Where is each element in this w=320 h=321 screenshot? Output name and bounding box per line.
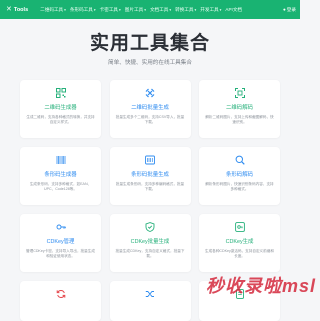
nav-item-barcode[interactable]: 条形码工具▾: [70, 7, 96, 13]
tool-card-barcode-decode[interactable]: 条形码解码 解析条形码图片，快速识别条码内容，支持多种格式。: [199, 147, 280, 205]
tool-card-barcode-generator[interactable]: 条形码生成器 生成条形码，支持多种格式，如EAN、UPC、Code128等。: [20, 147, 101, 205]
logo-icon: ✕: [6, 6, 12, 13]
qr-scan-icon: [145, 87, 156, 98]
tool-title: CDKey管理: [47, 237, 75, 245]
top-navbar: ✕ Tools 二维码工具▾ 条形码工具▾ 卡密工具▾ 图片工具▾ 文档工具▾ …: [0, 0, 300, 19]
login-button[interactable]: ● 登录: [283, 7, 296, 13]
nav-item-document[interactable]: 文档工具▾: [150, 7, 171, 13]
tool-description: 生成条形码，支持多种格式，如EAN、UPC、Code128等。: [25, 182, 96, 192]
barcode-batch-icon: [145, 154, 156, 165]
shield-icon: [145, 221, 156, 232]
barcode-search-icon: [234, 154, 245, 165]
brand-name: Tools: [14, 7, 28, 13]
tool-description: 解析二维码图片，支持上传和截图解码，快速识别。: [204, 115, 275, 125]
chevron-down-icon: ▾: [94, 8, 96, 12]
tool-card-shuffle[interactable]: [110, 281, 191, 321]
tool-title: 条形码批量生成: [131, 170, 169, 178]
nav-item-image[interactable]: 图片工具▾: [125, 7, 146, 13]
nav-item-convert[interactable]: 转换工具▾: [175, 7, 196, 13]
tool-card-cdkey-generate[interactable]: CDKey生成 生成各种CDKey激活码，支持自定义前缀和长度。: [199, 214, 280, 272]
tool-title: CDKey生成: [226, 237, 254, 245]
qr-grid-icon: [55, 87, 66, 98]
tool-description: 批量生成多个二维码，支持CSV导入，批量下载。: [115, 115, 186, 125]
tool-card-cdkey-manage[interactable]: CDKey管理 管理CDKey卡密，支持导入导出，批量生成和验证使用状态。: [20, 214, 101, 272]
tool-card-qr-generator[interactable]: 二维码生成器 生成二维码，支持各种格式的转换，并支持自定义样式。: [20, 80, 101, 138]
tool-title: 二维码生成器: [44, 103, 76, 111]
page-subtitle: 简单、快捷、实用的在线工具集合: [0, 58, 300, 66]
refresh-icon: [55, 288, 66, 299]
tool-description: 解析条形码图片，快速识别条码内容，支持多种格式。: [204, 182, 275, 192]
chevron-down-icon: ▾: [195, 8, 197, 12]
tool-description: 生成各种CDKey激活码，支持自定义前缀和长度。: [204, 249, 275, 259]
tool-description: 批量生成条形码，支持多种编码格式，批量下载。: [115, 182, 186, 192]
watermark-logo: 秒收录啦msl: [206, 272, 316, 298]
shuffle-icon: [145, 288, 156, 299]
tool-description: 生成二维码，支持各种格式的转换，并支持自定义样式。: [25, 115, 96, 125]
brand-logo[interactable]: ✕ Tools: [6, 6, 28, 13]
tool-card-refresh[interactable]: [20, 281, 101, 321]
tool-card-qr-decode[interactable]: 二维码解码 解析二维码图片，支持上传和截图解码，快速识别。: [199, 80, 280, 138]
page-title: 实用工具集合: [0, 33, 300, 55]
chevron-down-icon: ▾: [220, 8, 222, 12]
nav-item-cdkey[interactable]: 卡密工具▾: [100, 7, 121, 13]
qr-decode-icon: [234, 87, 245, 98]
chevron-down-icon: ▾: [64, 8, 66, 12]
tool-title: 条形码解码: [226, 170, 253, 178]
tool-card-barcode-batch[interactable]: 条形码批量生成 批量生成条形码，支持多种编码格式，批量下载。: [110, 147, 191, 205]
barcode-icon: [55, 154, 66, 165]
tool-description: 批量生成CDKey，支持自定义格式，批量下载。: [115, 249, 186, 259]
chevron-down-icon: ▾: [144, 8, 146, 12]
tool-title: 二维码批量生成: [131, 103, 169, 111]
nav-item-dev[interactable]: 开发工具▾: [200, 7, 221, 13]
tool-description: 管理CDKey卡密，支持导入导出，批量生成和验证使用状态。: [25, 249, 96, 259]
nav-item-qrcode[interactable]: 二维码工具▾: [40, 7, 66, 13]
chevron-down-icon: ▾: [169, 8, 171, 12]
tool-card-qr-batch[interactable]: 二维码批量生成 批量生成多个二维码，支持CSV导入，批量下载。: [110, 80, 191, 138]
user-icon: ●: [283, 7, 286, 12]
tool-title: 二维码解码: [226, 103, 253, 111]
tool-card-cdkey-batch[interactable]: CDKey批量生成 批量生成CDKey，支持自定义格式，批量下载。: [110, 214, 191, 272]
chevron-down-icon: ▾: [119, 8, 121, 12]
tool-title: 条形码生成器: [44, 170, 76, 178]
key-box-icon: [234, 221, 245, 232]
nav-item-api[interactable]: API文档: [225, 7, 242, 13]
key-icon: [55, 221, 66, 232]
hero-section: 实用工具集合 简单、快捷、实用的在线工具集合: [0, 33, 300, 66]
nav-menu: 二维码工具▾ 条形码工具▾ 卡密工具▾ 图片工具▾ 文档工具▾ 转换工具▾ 开发…: [40, 7, 283, 13]
tool-title: CDKey批量生成: [131, 237, 170, 245]
